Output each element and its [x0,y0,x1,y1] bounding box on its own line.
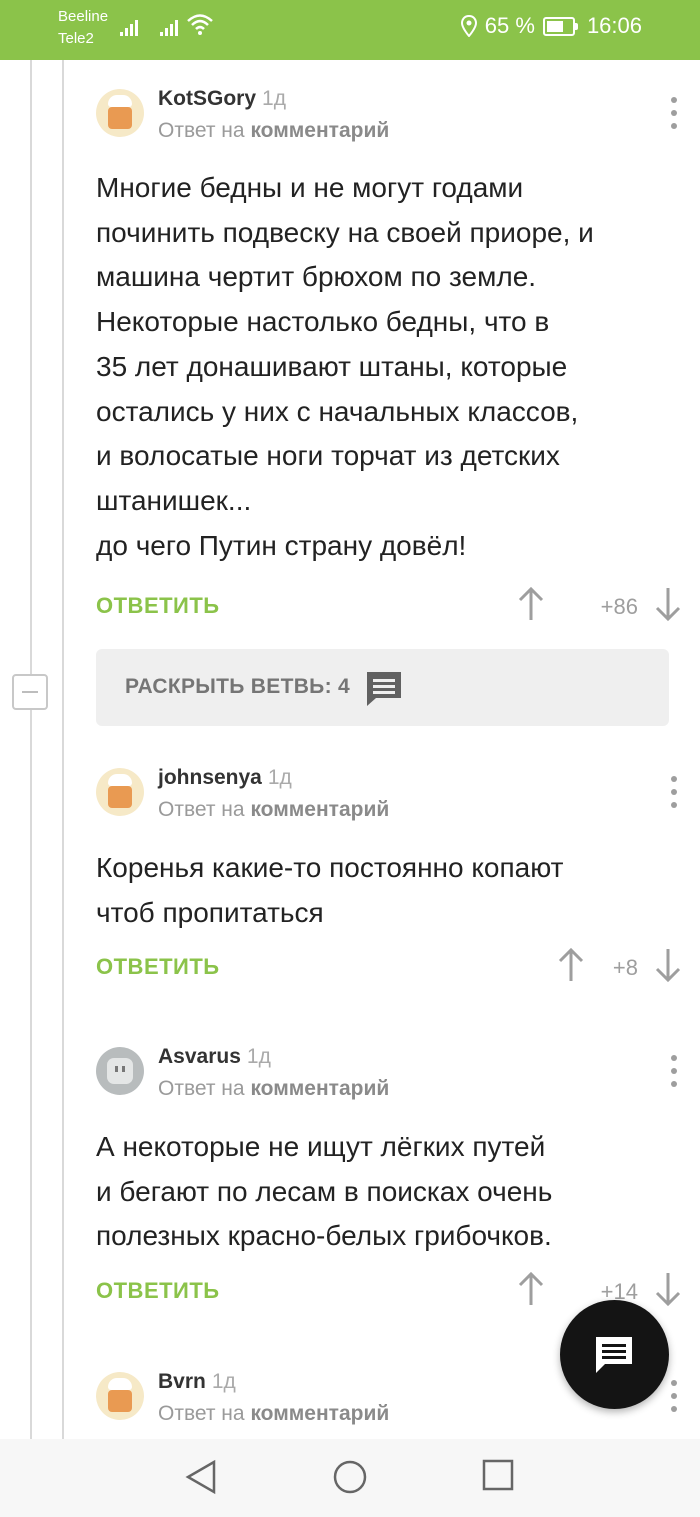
upvote-arrow-icon[interactable] [517,586,545,622]
collapse-thread-button[interactable] [12,674,48,710]
chef-avatar-icon[interactable] [96,89,144,137]
battery-percent: 65 % [484,13,535,38]
location-icon [460,15,477,37]
comment-text: Многие бедны и не могут годами починить … [96,172,594,561]
comment-date: 1д [211,1370,236,1393]
comment-author[interactable]: Asvarus 1д [158,1045,271,1069]
status-bar: Beeline Tele2 65 % 16:06 [0,0,700,60]
system-navigation-bar [0,1439,700,1517]
reply-to-link[interactable]: комментарий [250,1077,389,1100]
reply-button[interactable]: ОТВЕТИТЬ [96,593,220,619]
carrier-1: Beeline [58,8,109,25]
author-name[interactable]: Bvrn [158,1370,206,1393]
reply-button[interactable]: ОТВЕТИТЬ [96,1278,220,1304]
comment-author[interactable]: Bvrn 1д [158,1370,236,1394]
more-options-icon[interactable] [662,1378,686,1414]
recents-icon[interactable] [482,1459,514,1491]
comment-author[interactable]: johnsenya 1д [158,766,292,790]
downvote-arrow-icon[interactable] [654,947,682,983]
comment-date: 1д [267,766,292,789]
reply-to-prefix: Ответ на [158,1077,245,1100]
reply-to-prefix: Ответ на [158,119,245,142]
signal-icon [120,18,140,36]
author-name[interactable]: KotSGory [158,87,256,110]
status-right: 65 % 16:06 [460,13,642,39]
socket-avatar-icon[interactable] [96,1047,144,1095]
reply-to-link[interactable]: комментарий [250,1402,389,1425]
carrier-names: Beeline Tele2 [58,6,108,50]
vote-controls: +86 [512,586,682,626]
expand-branch-label: РАСКРЫТЬ ВЕТВЬ: 4 [125,675,350,698]
new-comment-fab[interactable] [560,1300,669,1409]
vote-score: +86 [600,594,638,619]
reply-to-line: Ответ на комментарий [158,1402,389,1426]
comment-text: Коренья какие-то постоянно копают чтоб п… [96,852,564,928]
reply-to-line: Ответ на комментарий [158,119,389,143]
vote-score: +8 [612,955,638,980]
more-options-icon[interactable] [662,95,686,131]
comment-text: А некоторые не ищут лёгких путей и бегаю… [96,1131,553,1252]
expand-branch-button[interactable]: РАСКРЫТЬ ВЕТВЬ: 4 [96,649,669,726]
chef-avatar-icon[interactable] [96,1372,144,1420]
reply-to-line: Ответ на комментарий [158,1077,389,1101]
more-options-icon[interactable] [662,1053,686,1089]
downvote-arrow-icon[interactable] [654,1271,682,1307]
downvote-arrow-icon[interactable] [654,586,682,622]
comment-author[interactable]: KotSGory 1д [158,87,286,111]
thread-line-inner [62,60,64,1440]
reply-button[interactable]: ОТВЕТИТЬ [96,954,220,980]
chef-avatar-icon[interactable] [96,768,144,816]
comment-bubble-icon [367,672,401,706]
comment-date: 1д [246,1045,271,1068]
reply-to-link[interactable]: комментарий [250,798,389,821]
comment-date: 1д [262,87,286,110]
thread-line-outer [30,60,32,1440]
home-icon[interactable] [332,1459,368,1495]
battery-fill [546,20,563,32]
vote-controls: +8 [552,947,682,987]
reply-to-prefix: Ответ на [158,1402,245,1425]
signal-icon-2 [160,18,180,36]
reply-to-prefix: Ответ на [158,798,245,821]
carrier-2: Tele2 [58,30,94,47]
upvote-arrow-icon[interactable] [557,947,585,983]
author-name[interactable]: johnsenya [158,766,262,789]
clock: 16:06 [586,13,642,38]
wifi-icon [187,14,213,35]
author-name[interactable]: Asvarus [158,1045,241,1068]
back-icon[interactable] [184,1459,218,1495]
chat-bubble-icon [596,1337,632,1373]
more-options-icon[interactable] [662,774,686,810]
reply-to-line: Ответ на комментарий [158,798,389,822]
battery-icon [542,16,578,36]
reply-to-link[interactable]: комментарий [250,119,389,142]
upvote-arrow-icon[interactable] [517,1271,545,1307]
